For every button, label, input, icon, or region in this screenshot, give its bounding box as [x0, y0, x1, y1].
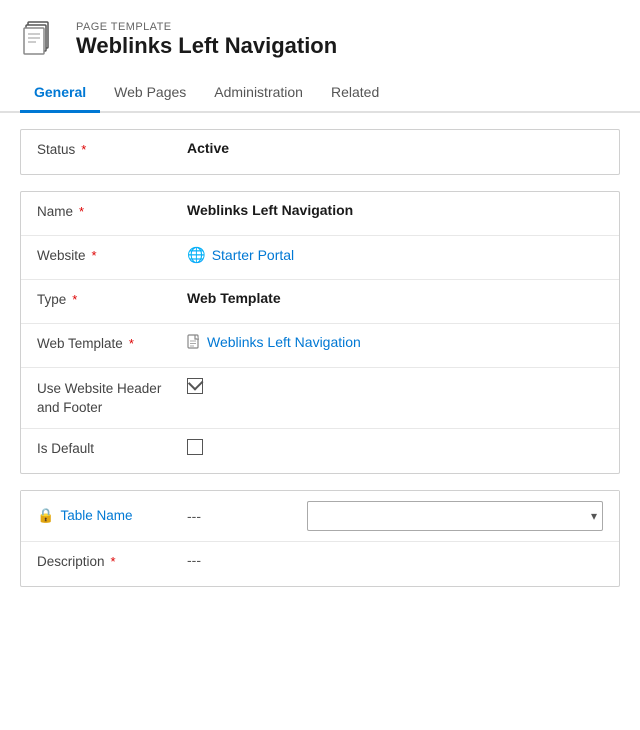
website-row: Website * 🌐 Starter Portal: [21, 236, 619, 280]
content-area: Status * Active Name * Weblinks Left Nav…: [0, 113, 640, 619]
main-section: Name * Weblinks Left Navigation Website …: [20, 191, 620, 474]
is-default-label: Is Default: [37, 439, 187, 456]
table-name-section: 🔒 Table Name --- ▾ Description * ---: [20, 490, 620, 587]
tab-web-pages[interactable]: Web Pages: [100, 76, 200, 113]
lock-icon: 🔒: [37, 507, 54, 524]
web-template-row: Web Template * Weblinks Left Navigation: [21, 324, 619, 368]
tab-general[interactable]: General: [20, 76, 100, 113]
status-section: Status * Active: [20, 129, 620, 175]
table-name-row: 🔒 Table Name --- ▾: [21, 491, 619, 542]
checkbox-unchecked-icon: [187, 439, 203, 455]
table-name-dropdown-container: ▾: [307, 501, 603, 531]
name-row: Name * Weblinks Left Navigation: [21, 192, 619, 236]
table-name-dash: ---: [187, 508, 307, 524]
description-value: ---: [187, 552, 201, 568]
page-icon: [187, 334, 201, 350]
web-template-value: Weblinks Left Navigation: [187, 334, 603, 350]
is-default-row: Is Default: [21, 429, 619, 473]
is-default-checkbox[interactable]: [187, 439, 203, 455]
web-template-link[interactable]: Weblinks Left Navigation: [207, 334, 361, 350]
website-label: Website *: [37, 246, 187, 263]
website-required-marker: *: [92, 248, 97, 263]
checkbox-checked-icon: [187, 378, 203, 394]
type-row: Type * Web Template: [21, 280, 619, 324]
name-value: Weblinks Left Navigation: [187, 202, 603, 218]
table-name-label: Table Name: [60, 508, 132, 523]
globe-icon: 🌐: [187, 246, 206, 264]
status-label: Status *: [37, 140, 187, 157]
status-required-marker: *: [81, 142, 86, 157]
status-value: Active: [187, 140, 603, 156]
description-label: Description *: [37, 552, 187, 569]
tab-related[interactable]: Related: [317, 76, 393, 113]
tab-bar: General Web Pages Administration Related: [0, 76, 640, 113]
table-name-select[interactable]: [307, 501, 603, 531]
type-value: Web Template: [187, 290, 603, 306]
status-row: Status * Active: [21, 130, 619, 174]
header-super-label: PAGE TEMPLATE: [76, 21, 337, 33]
description-row: Description * ---: [21, 542, 619, 586]
description-required-marker: *: [111, 554, 116, 569]
header-title: Weblinks Left Navigation: [76, 33, 337, 59]
header-icon: [20, 18, 64, 62]
use-website-header-footer-row: Use Website Header and Footer: [21, 368, 619, 429]
use-website-header-footer-label: Use Website Header and Footer: [37, 378, 187, 418]
use-website-header-footer-checkbox[interactable]: [187, 378, 203, 394]
website-link[interactable]: Starter Portal: [212, 247, 294, 263]
name-label: Name *: [37, 202, 187, 219]
web-template-required-marker: *: [129, 336, 134, 351]
page-header: PAGE TEMPLATE Weblinks Left Navigation: [0, 0, 640, 76]
web-template-label: Web Template *: [37, 334, 187, 351]
type-label: Type *: [37, 290, 187, 307]
is-default-value: [187, 439, 603, 455]
table-name-label-group: 🔒 Table Name: [37, 507, 187, 524]
header-text-block: PAGE TEMPLATE Weblinks Left Navigation: [76, 21, 337, 59]
name-required-marker: *: [79, 204, 84, 219]
tab-administration[interactable]: Administration: [200, 76, 317, 113]
use-website-header-footer-value: [187, 378, 603, 394]
website-value: 🌐 Starter Portal: [187, 246, 603, 264]
type-required-marker: *: [72, 292, 77, 307]
